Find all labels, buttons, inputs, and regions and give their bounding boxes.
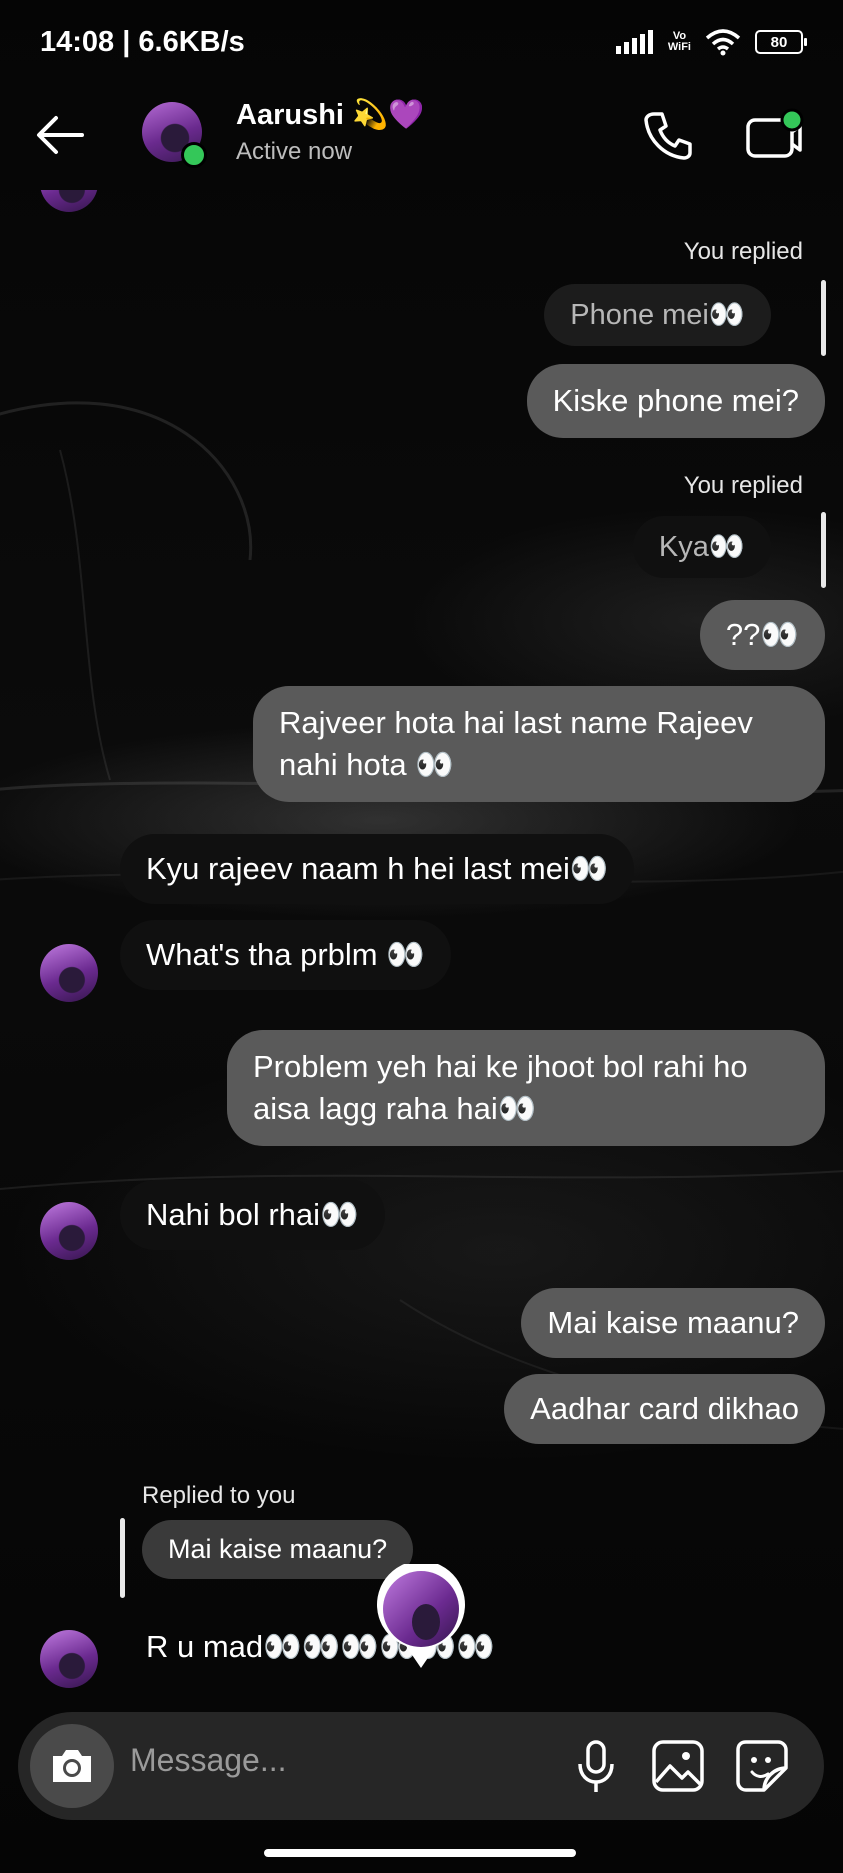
back-arrow-icon[interactable] [32, 110, 88, 160]
vowifi-indicator: Vo WiFi [668, 31, 691, 53]
online-indicator [181, 142, 207, 168]
status-bar: 14:08 | 6.6KB/s Vo WiFi 80 [0, 0, 843, 90]
outgoing-message[interactable]: Rajveer hota hai last name Rajeev nahi h… [253, 686, 825, 802]
outgoing-message[interactable]: Kiske phone mei? [526, 364, 825, 438]
quoted-message[interactable]: Phone mei👀 [544, 284, 771, 346]
camera-button[interactable] [30, 1724, 114, 1808]
incoming-message[interactable]: Nahi bol rhai👀 [120, 1180, 385, 1250]
outgoing-message[interactable]: Mai kaise maanu? [521, 1288, 825, 1358]
status-time: 14:08 | 6.6KB/s [40, 26, 245, 58]
reply-bar [120, 1518, 125, 1598]
status-icons: Vo WiFi 80 [615, 28, 807, 56]
signal-icon [615, 30, 653, 54]
reply-bar [821, 512, 826, 588]
chat-header: Aarushi 💫💜 Active now [0, 90, 843, 200]
gallery-icon[interactable] [648, 1736, 708, 1796]
home-indicator[interactable] [264, 1849, 576, 1857]
outgoing-message[interactable]: Problem yeh hai ke jhoot bol rahi ho ais… [227, 1030, 825, 1146]
quoted-message[interactable]: Mai kaise maanu? [142, 1520, 414, 1579]
video-call-icon[interactable] [744, 108, 804, 164]
microphone-icon[interactable] [566, 1736, 626, 1796]
contact-avatar-small[interactable] [40, 1630, 98, 1688]
reply-bar [821, 280, 826, 356]
seen-avatar-pin [377, 1564, 465, 1668]
active-status: Active now [236, 138, 353, 165]
quoted-message[interactable]: Kya👀 [632, 516, 771, 578]
outgoing-message[interactable]: Aadhar card dikhao [504, 1374, 825, 1444]
incoming-message[interactable]: Kyu rajeev naam h hei last mei👀 [120, 834, 635, 904]
camera-icon [53, 1750, 91, 1782]
contact-avatar-small[interactable] [40, 944, 98, 1002]
incoming-message[interactable]: What's tha prblm 👀 [120, 920, 451, 990]
reply-label: Replied to you [142, 1482, 296, 1509]
reply-label: You replied [683, 472, 803, 499]
message-input[interactable]: Message... [130, 1742, 287, 1779]
outgoing-message[interactable]: ??👀 [699, 600, 825, 670]
contact-name[interactable]: Aarushi 💫💜 [236, 98, 424, 132]
vowifi-label: WiFi [667, 41, 691, 53]
message-composer: Message... [18, 1712, 824, 1820]
contact-avatar-small[interactable] [40, 1202, 98, 1260]
battery-indicator: 80 [755, 30, 807, 54]
wifi-icon [705, 29, 741, 56]
reply-label: You replied [683, 238, 803, 265]
phone-call-icon[interactable] [640, 108, 696, 164]
sticker-icon[interactable] [732, 1736, 792, 1796]
